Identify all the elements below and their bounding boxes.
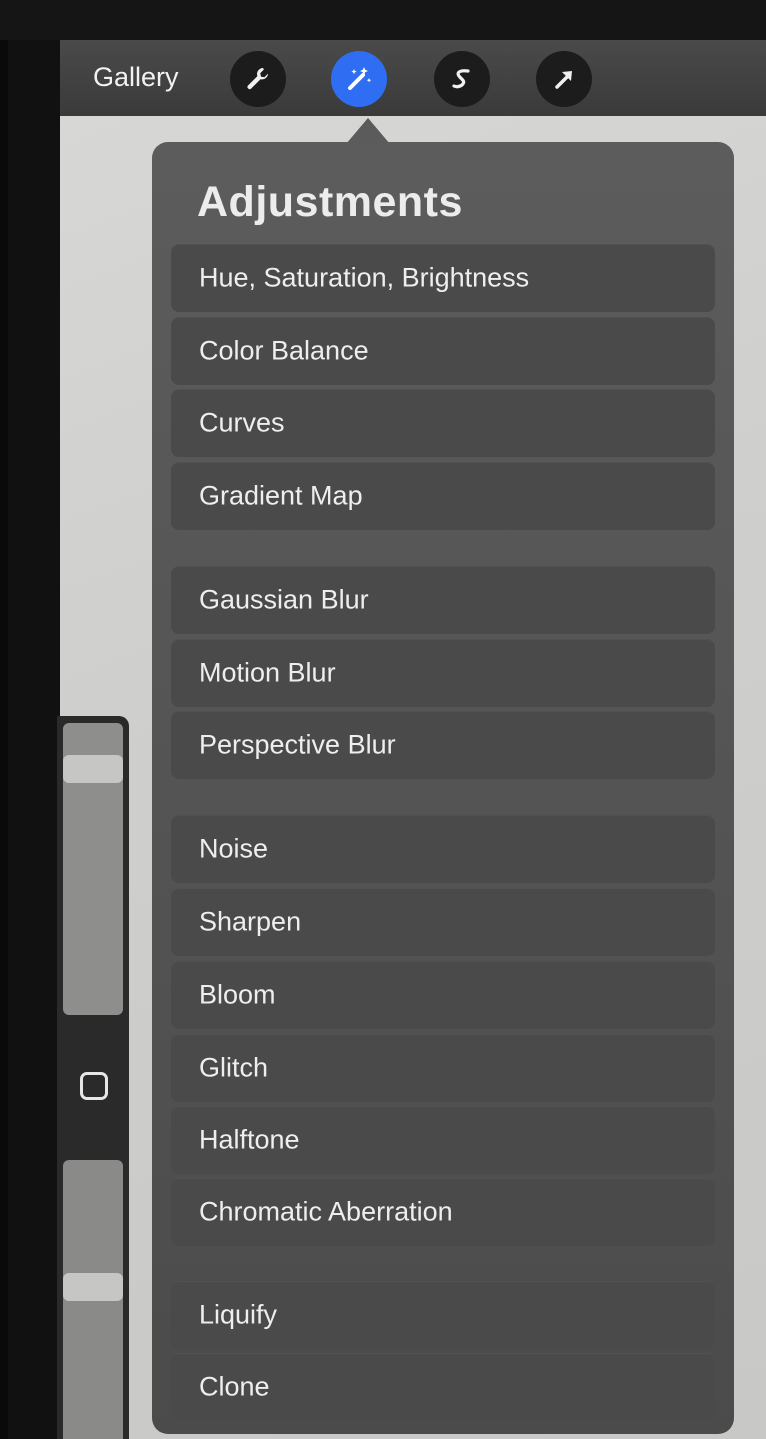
menu-item-noise[interactable]: Noise xyxy=(171,815,715,883)
menu-item-label: Noise xyxy=(199,833,269,864)
menu-item-label: Gradient Map xyxy=(199,480,363,511)
menu-item-label: Gaussian Blur xyxy=(199,584,369,615)
menu-item-gradient-map[interactable]: Gradient Map xyxy=(171,462,715,530)
menu-item-label: Curves xyxy=(199,407,285,438)
menu-item-motion-blur[interactable]: Motion Blur xyxy=(171,639,715,707)
menu-item-color-balance[interactable]: Color Balance xyxy=(171,317,715,385)
device-bezel-top xyxy=(0,0,766,40)
gallery-button[interactable]: Gallery xyxy=(93,62,179,93)
menu-item-glitch[interactable]: Glitch xyxy=(171,1034,715,1102)
menu-item-label: Clone xyxy=(199,1371,270,1402)
menu-item-label: Liquify xyxy=(199,1299,278,1330)
menu-item-label: Sharpen xyxy=(199,906,302,937)
menu-item-label: Chromatic Aberration xyxy=(199,1196,453,1227)
menu-item-hue-saturation-brightness[interactable]: Hue, Saturation, Brightness xyxy=(171,244,715,312)
magic-wand-icon xyxy=(348,67,372,90)
selection-button[interactable] xyxy=(434,51,490,107)
transform-button[interactable] xyxy=(536,51,592,107)
menu-item-perspective-blur[interactable]: Perspective Blur xyxy=(171,711,715,779)
device-bezel xyxy=(0,0,8,1439)
popover-caret xyxy=(346,118,390,144)
menu-item-bloom[interactable]: Bloom xyxy=(171,961,715,1029)
menu-item-label: Halftone xyxy=(199,1124,300,1155)
wrench-icon xyxy=(247,68,268,90)
menu-item-label: Glitch xyxy=(199,1052,269,1083)
menu-item-label: Motion Blur xyxy=(199,657,336,688)
menu-item-label: Bloom xyxy=(199,979,276,1010)
menu-item-curves[interactable]: Curves xyxy=(171,389,715,457)
menu-item-clone[interactable]: Clone xyxy=(171,1353,715,1421)
panel-title: Adjustments xyxy=(197,178,463,226)
menu-item-halftone[interactable]: Halftone xyxy=(171,1106,715,1174)
transform-arrow-icon xyxy=(555,71,572,89)
menu-item-label: Color Balance xyxy=(199,335,369,366)
brush-size-slider-knob[interactable] xyxy=(63,755,123,783)
menu-item-sharpen[interactable]: Sharpen xyxy=(171,888,715,956)
adjustments-button[interactable] xyxy=(331,51,387,107)
opacity-slider-knob[interactable] xyxy=(63,1273,123,1301)
selection-icon xyxy=(452,69,470,89)
menu-item-liquify[interactable]: Liquify xyxy=(171,1281,715,1349)
menu-item-chromatic-aberration[interactable]: Chromatic Aberration xyxy=(171,1178,715,1246)
menu-item-label: Perspective Blur xyxy=(199,729,396,760)
square-icon[interactable] xyxy=(80,1072,108,1100)
actions-button[interactable] xyxy=(230,51,286,107)
menu-item-label: Hue, Saturation, Brightness xyxy=(199,262,530,293)
menu-item-gaussian-blur[interactable]: Gaussian Blur xyxy=(171,566,715,634)
